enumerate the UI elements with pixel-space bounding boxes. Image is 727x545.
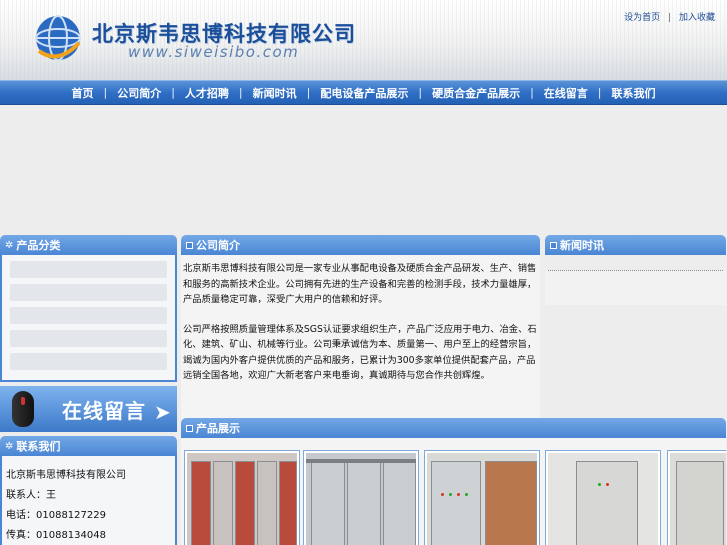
product-thumb[interactable]: [667, 450, 726, 545]
products-panel: 产品展示: [181, 418, 726, 545]
switchgear-image: [187, 453, 297, 545]
gear-icon: ✲: [5, 440, 14, 452]
cursor-arrow-icon: ➤: [154, 400, 171, 424]
contact-title-bar: ✲ 联系我们: [0, 436, 177, 456]
nav-jobs[interactable]: 人才招聘: [175, 85, 239, 101]
product-thumb[interactable]: [545, 450, 661, 545]
about-panel: 公司简介 北京斯韦思博科技有限公司是一家专业从事配电设备及硬质合金产品研发、生产…: [181, 235, 540, 425]
product-thumb[interactable]: [184, 450, 300, 545]
about-paragraph: 公司严格按照质量管理体系及SGS认证要求组织生产，产品广泛应用于电力、冶金、石化…: [183, 323, 537, 382]
news-title-bar: 新闻时讯: [545, 235, 726, 255]
news-divider: [548, 270, 723, 271]
category-title: 产品分类: [16, 239, 61, 252]
top-links: 设为首页 | 加入收藏: [624, 10, 715, 23]
top-links-separator: |: [668, 13, 672, 23]
contact-box: 北京斯韦思博科技有限公司 联系人：王 电话：01088127229 传真：010…: [0, 456, 177, 545]
square-bullet-icon: [186, 424, 193, 432]
category-list: [0, 255, 177, 382]
globe-logo-icon: [35, 15, 81, 61]
site-header: 北京斯韦思博科技有限公司 www.siweisibo.com 设为首页 | 加入…: [0, 0, 727, 80]
contact-company: 北京斯韦思博科技有限公司: [6, 470, 126, 481]
set-homepage-link[interactable]: 设为首页: [624, 13, 660, 23]
category-item[interactable]: [10, 330, 167, 347]
news-list: [545, 270, 726, 305]
contact-panel: ✲ 联系我们 北京斯韦思博科技有限公司 联系人：王 电话：01088127229…: [0, 436, 177, 545]
about-title-bar: 公司简介: [181, 235, 540, 255]
square-bullet-icon: [550, 241, 557, 249]
contact-fax: 传真：01088134048: [6, 530, 106, 541]
product-strip: [181, 438, 726, 545]
news-panel: 新闻时讯: [545, 235, 726, 305]
contact-person: 联系人：王: [6, 490, 56, 501]
nav-contact[interactable]: 联系我们: [602, 85, 666, 101]
category-item[interactable]: [10, 284, 167, 301]
products-title-bar: 产品展示: [181, 418, 726, 438]
nav-power-products[interactable]: 配电设备产品展示: [310, 85, 418, 101]
computer-mouse-icon: [12, 391, 34, 427]
category-item[interactable]: [10, 353, 167, 370]
product-thumb[interactable]: [303, 450, 419, 545]
about-content: 北京斯韦思博科技有限公司是一家专业从事配电设备及硬质合金产品研发、生产、销售和服…: [181, 255, 540, 425]
nav-message[interactable]: 在线留言: [534, 85, 598, 101]
switchgear-image: [427, 453, 537, 545]
category-title-bar: ✲ 产品分类: [0, 235, 177, 255]
about-title: 公司简介: [196, 239, 240, 252]
news-title: 新闻时讯: [560, 239, 604, 252]
nav-news[interactable]: 新闻时讯: [243, 85, 307, 101]
online-message-label: 在线留言: [62, 399, 146, 423]
banner-area: [0, 106, 727, 230]
switchgear-image: [306, 453, 416, 545]
nav-alloy-products[interactable]: 硬质合金产品展示: [422, 85, 530, 101]
about-paragraph: 北京斯韦思博科技有限公司是一家专业从事配电设备及硬质合金产品研发、生产、销售和服…: [183, 263, 537, 305]
contact-title: 联系我们: [16, 440, 61, 453]
gear-icon: ✲: [5, 239, 14, 251]
category-item[interactable]: [10, 261, 167, 278]
nav-about[interactable]: 公司简介: [107, 85, 171, 101]
company-url: www.siweisibo.com: [128, 43, 300, 61]
category-panel: ✲ 产品分类: [0, 235, 177, 382]
online-message-banner[interactable]: 在线留言 ➤: [0, 386, 177, 432]
category-item[interactable]: [10, 307, 167, 324]
product-thumb[interactable]: [424, 450, 540, 545]
left-sidebar: ✲ 产品分类 在线留言 ➤ ✲ 联系我们 北京斯韦思博科技有限公司 联系人：王 …: [0, 235, 177, 545]
add-favorite-link[interactable]: 加入收藏: [679, 13, 715, 23]
contact-phone: 电话：01088127229: [6, 510, 106, 521]
nav-home[interactable]: 首页: [61, 85, 103, 101]
switchgear-image: [548, 453, 658, 545]
main-nav: 首页 | 公司简介 | 人才招聘 | 新闻时讯 | 配电设备产品展示 | 硬质合…: [0, 80, 727, 105]
products-title: 产品展示: [196, 422, 240, 435]
square-bullet-icon: [186, 241, 193, 249]
switchgear-image: [670, 453, 726, 545]
